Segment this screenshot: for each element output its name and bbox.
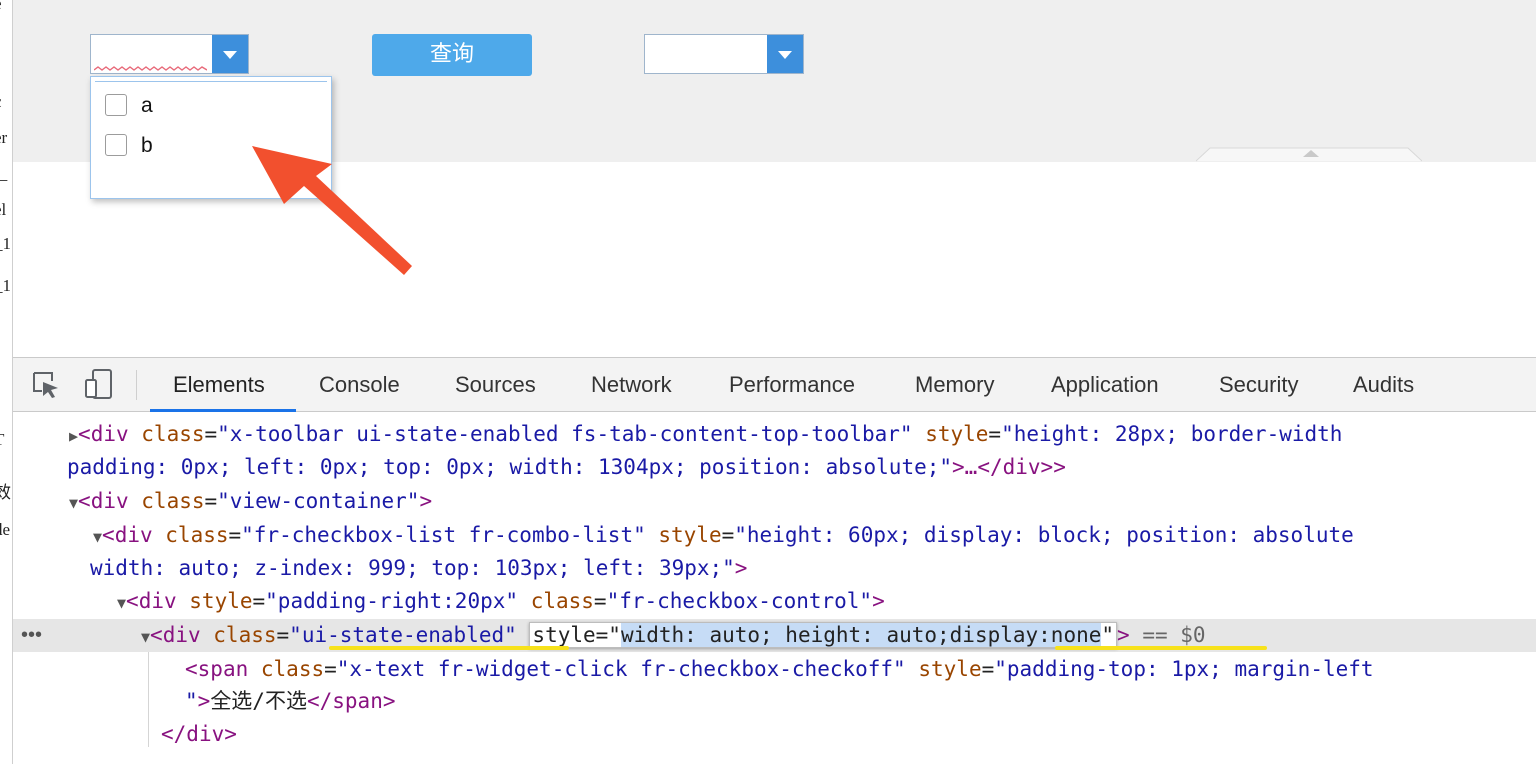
combo-box-2[interactable] (644, 34, 804, 74)
dom-node-row-continuation: width: auto; z-index: 999; top: 103px; l… (90, 556, 748, 580)
left-strip-text: er (0, 128, 8, 147)
red-arrow-annotation (252, 146, 412, 275)
active-tab-indicator (150, 409, 296, 412)
left-strip-text: _1 (0, 276, 11, 295)
spellcheck-squiggle (94, 66, 207, 71)
dom-node-row[interactable]: ▶<div class="x-toolbar ui-state-enabled … (69, 418, 1342, 453)
collapse-triangle-icon[interactable]: ▼ (141, 628, 150, 646)
dropdown-option[interactable]: b (105, 133, 185, 159)
inspect-element-icon[interactable] (31, 370, 61, 400)
highlight-underline (329, 646, 569, 650)
left-strip-text: 效 (0, 478, 11, 503)
left-strip-text: T (0, 430, 4, 450)
query-button[interactable]: 查询 (372, 34, 532, 76)
tab-sources[interactable]: Sources (455, 358, 536, 411)
dropdown-option[interactable]: a (105, 93, 185, 119)
highlight-underline (1055, 646, 1267, 650)
tab-application[interactable]: Application (1051, 358, 1159, 411)
left-strip-text: c (0, 92, 2, 112)
chevron-down-icon[interactable] (211, 35, 248, 73)
checkbox[interactable] (105, 134, 127, 156)
left-strip-text: de (0, 520, 11, 539)
left-strip-text: _1 (0, 234, 11, 253)
left-strip-text: i_ (0, 164, 7, 184)
tab-console[interactable]: Console (319, 358, 400, 411)
tree-guide-line (148, 651, 149, 747)
dom-node-row-selected[interactable]: ▼<div class="ui-state-enabled" style="wi… (141, 619, 1206, 654)
collapse-triangle-icon[interactable]: ▼ (93, 528, 102, 546)
collapse-triangle-icon[interactable]: ▼ (117, 594, 126, 612)
tab-network[interactable]: Network (591, 358, 672, 411)
dom-node-row-continuation: ">全选/不选</span> (185, 689, 396, 713)
tab-performance[interactable]: Performance (729, 358, 855, 411)
checkbox[interactable] (105, 94, 127, 116)
dom-node-row[interactable]: <span class="x-text fr-widget-click fr-c… (185, 653, 1374, 686)
left-clipped-panel: e c er i_ el _1 _1 i T 效 de (0, 0, 13, 764)
dom-node-row[interactable]: </div> (161, 718, 237, 751)
collapse-triangle-icon[interactable]: ▼ (69, 494, 78, 512)
devtools-tab-bar: Elements Console Sources Network Perform… (13, 358, 1536, 412)
checkbox-combo-1[interactable] (90, 34, 249, 74)
chevron-down-icon[interactable] (766, 35, 803, 73)
devtools-panel: Elements Console Sources Network Perform… (13, 357, 1536, 765)
dom-node-row[interactable]: ▼<div class="fr-checkbox-list fr-combo-l… (93, 519, 1354, 554)
dom-node-row[interactable]: ▼<div class="view-container"> (69, 485, 432, 520)
tab-elements[interactable]: Elements (173, 358, 265, 411)
tab-security[interactable]: Security (1219, 358, 1298, 411)
tab-audits[interactable]: Audits (1353, 358, 1414, 411)
tab-memory[interactable]: Memory (915, 358, 994, 411)
attribute-edit-field[interactable]: style="width: auto; height: auto;display… (529, 622, 1118, 648)
dom-node-row-continuation: padding: 0px; left: 0px; top: 0px; width… (67, 455, 1066, 479)
left-strip-text: el (0, 200, 7, 219)
left-strip-text: e (0, 0, 2, 14)
option-label: a (141, 94, 153, 117)
more-options-icon[interactable]: ••• (21, 619, 42, 652)
collapse-panel-tab[interactable] (1196, 146, 1422, 162)
option-label: b (141, 134, 153, 157)
expand-triangle-icon[interactable]: ▶ (69, 427, 78, 445)
device-toolbar-icon[interactable] (83, 368, 115, 400)
toolbar-divider (136, 370, 137, 400)
dropdown-divider (95, 81, 327, 82)
dom-node-row[interactable]: ▼<div style="padding-right:20px" class="… (117, 585, 885, 620)
